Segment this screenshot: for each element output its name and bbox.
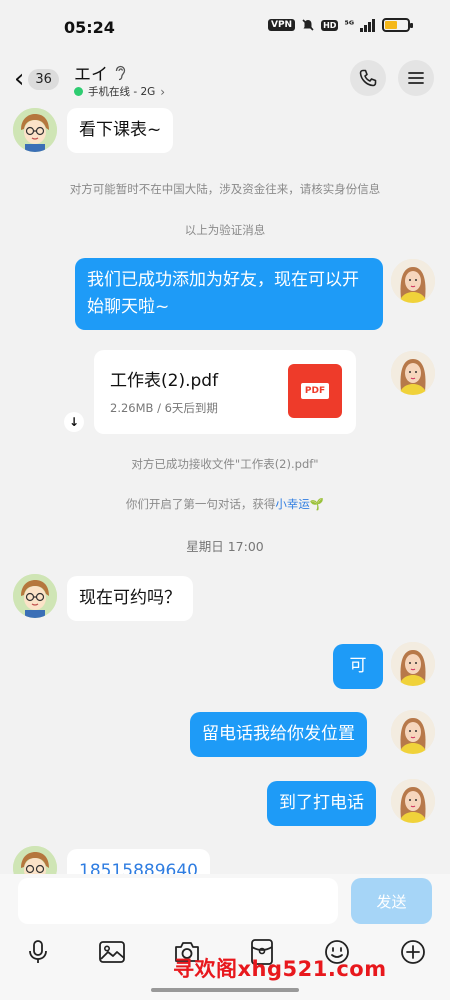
time-divider: 星期日 17:00 — [186, 539, 264, 554]
network-type: ⁵ᴳ — [344, 19, 354, 31]
download-arrow-icon[interactable]: ↓ — [64, 412, 84, 432]
phone-icon — [359, 69, 377, 87]
chevron-right-icon: › — [160, 84, 166, 99]
site-watermark: 寻欢阁xhg521.com — [173, 957, 387, 981]
input-bar: 发送 寻欢阁xhg521.com — [0, 874, 450, 1000]
ear-icon — [115, 65, 126, 80]
file-attachment-card[interactable]: 工作表(2).pdf 2.26MB / 6天后到期 PDF — [94, 350, 356, 434]
battery-level — [385, 21, 398, 29]
self-avatar-image — [391, 779, 435, 823]
status-time: 05:24 — [64, 18, 115, 37]
contact-avatar[interactable] — [13, 108, 57, 152]
message-bubble-outgoing[interactable]: 可 — [333, 644, 383, 689]
self-avatar-image — [391, 642, 435, 686]
message-bubble-incoming[interactable]: 现在可约吗？ — [67, 576, 193, 621]
self-avatar[interactable] — [391, 259, 435, 303]
hamburger-menu-icon — [408, 72, 424, 84]
status-bar: 05:24 VPN HD ⁵ᴳ — [0, 0, 450, 56]
send-button[interactable]: 发送 — [351, 878, 432, 924]
chat-header: ‹ 36 エイ 手机在线 - 2G › — [0, 56, 450, 104]
pdf-icon-label: PDF — [300, 383, 330, 399]
battery-icon — [382, 18, 413, 32]
message-bubble-outgoing[interactable]: 我们已成功添加为好友，现在可以开始聊天啦~ — [75, 258, 383, 330]
self-avatar[interactable] — [391, 779, 435, 823]
contact-avatar[interactable] — [13, 574, 57, 618]
contact-avatar[interactable] — [13, 846, 57, 874]
self-avatar-image — [391, 710, 435, 754]
self-avatar-image — [391, 259, 435, 303]
online-status-text: 手机在线 - 2G — [88, 86, 156, 98]
voice-call-button[interactable] — [350, 60, 386, 96]
message-bubble-outgoing[interactable]: 留电话我给你发位置 — [190, 712, 367, 757]
unread-count-badge: 36 — [28, 68, 59, 90]
file-name: 工作表(2).pdf — [110, 371, 219, 391]
mic-icon[interactable] — [18, 932, 58, 972]
sprout-icon: 🌱 — [309, 497, 325, 511]
message-bubble-phone-number[interactable]: 18515889640 — [67, 849, 210, 874]
self-avatar[interactable] — [391, 710, 435, 754]
self-avatar-image — [391, 351, 435, 395]
system-notice: 对方可能暂时不在中国大陆，涉及资金往来，请核实身份信息 — [69, 182, 381, 196]
cartoon-avatar-image — [13, 846, 57, 874]
contact-name-text: エイ — [74, 65, 108, 85]
image-icon[interactable] — [92, 932, 132, 972]
home-indicator[interactable] — [151, 988, 299, 992]
signal-bars-icon — [360, 18, 375, 32]
plus-icon[interactable] — [393, 932, 433, 972]
hd-badge: HD — [321, 19, 339, 31]
message-input[interactable] — [18, 878, 338, 924]
system-notice-lucky: 你们开启了第一句对话，获得小幸运🌱 — [0, 496, 450, 512]
message-bubble-outgoing[interactable]: 到了打电话 — [267, 781, 376, 826]
system-notice: 以上为验证消息 — [184, 223, 266, 237]
cartoon-avatar-image — [13, 108, 57, 152]
more-menu-button[interactable] — [398, 60, 434, 96]
online-status[interactable]: 手机在线 - 2G › — [74, 84, 165, 99]
message-bubble-incoming[interactable]: 看下课表~ — [67, 108, 174, 153]
file-meta: 2.26MB / 6天后到期 — [110, 401, 218, 415]
self-avatar[interactable] — [391, 351, 435, 395]
lucky-prefix: 你们开启了第一句对话，获得 — [125, 497, 276, 511]
contact-name[interactable]: エイ — [74, 60, 126, 85]
chat-message-list[interactable]: 看下课表~ 对方可能暂时不在中国大陆，涉及资金往来，请核实身份信息 以上为验证消… — [0, 104, 450, 874]
pdf-file-icon: PDF — [288, 364, 342, 418]
vpn-badge: VPN — [268, 19, 296, 31]
mute-bell-icon — [302, 19, 314, 31]
online-dot — [74, 87, 83, 96]
self-avatar[interactable] — [391, 642, 435, 686]
system-notice: 对方已成功接收文件"工作表(2).pdf" — [131, 457, 319, 471]
lucky-link[interactable]: 小幸运 — [275, 497, 310, 511]
chevron-left-icon: ‹ — [14, 64, 25, 94]
status-icons: VPN HD ⁵ᴳ — [268, 18, 413, 32]
cartoon-avatar-image — [13, 574, 57, 618]
back-button[interactable]: ‹ 36 — [14, 64, 66, 94]
